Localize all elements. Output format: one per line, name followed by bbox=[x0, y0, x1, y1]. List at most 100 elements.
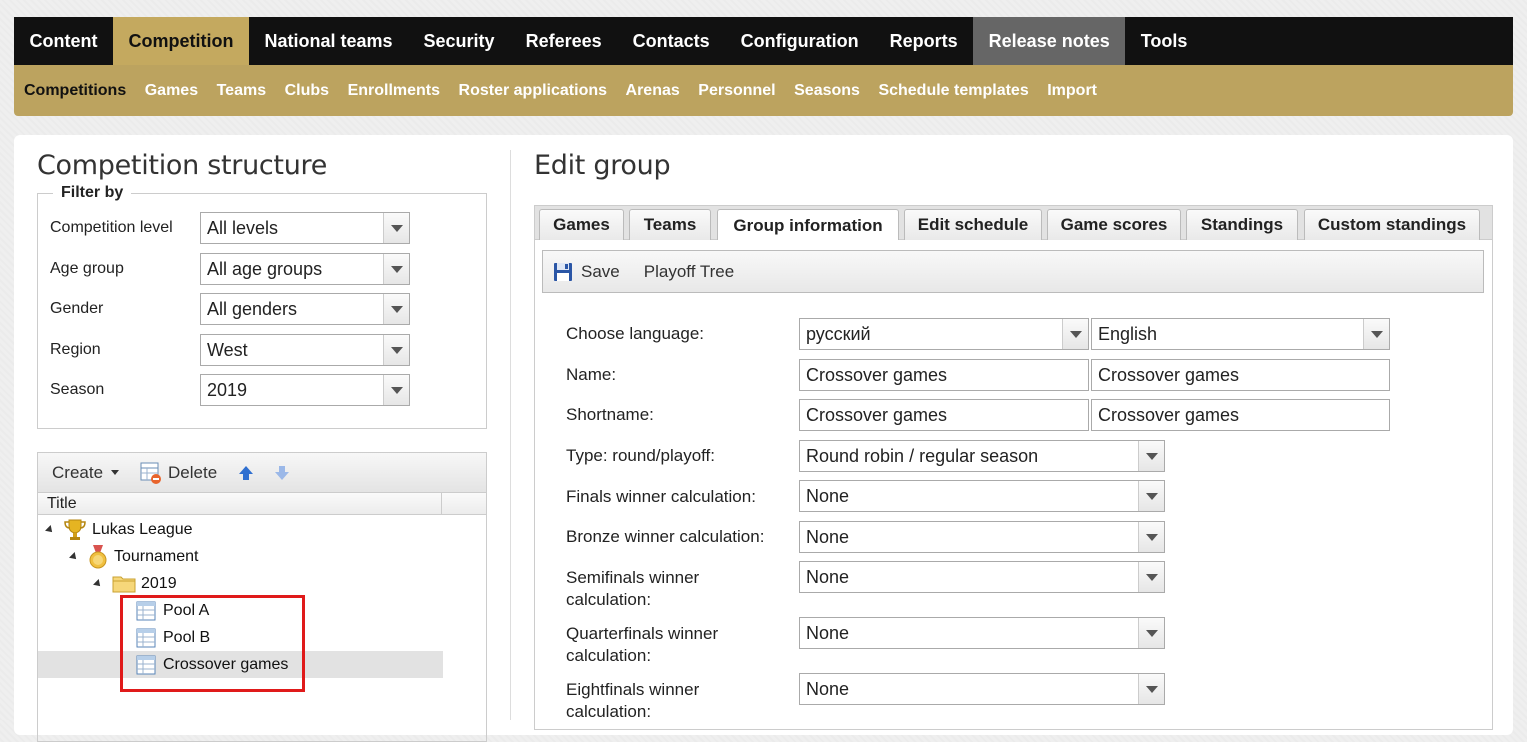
age-group-value: All age groups bbox=[207, 258, 323, 279]
nav-release-notes[interactable]: Release notes bbox=[973, 17, 1126, 65]
tree-node-tournament[interactable]: Tournament bbox=[69, 544, 199, 570]
filter-row-gender: Gender All genders bbox=[50, 293, 410, 325]
language-value-1: русский bbox=[806, 323, 871, 344]
bronze-winner-label: Bronze winner calculation: bbox=[566, 527, 765, 546]
competition-level-select[interactable]: All levels bbox=[200, 212, 410, 244]
chevron-down-icon[interactable] bbox=[383, 294, 409, 324]
nav-national-teams[interactable]: National teams bbox=[249, 17, 408, 65]
expand-arrow-icon[interactable] bbox=[45, 525, 55, 535]
nav-competition[interactable]: Competition bbox=[112, 17, 249, 65]
tab-group-information[interactable]: Group information bbox=[717, 209, 899, 241]
expand-arrow-icon[interactable] bbox=[69, 552, 79, 562]
create-button[interactable]: Create bbox=[52, 462, 120, 483]
region-select[interactable]: West bbox=[200, 334, 410, 366]
panel-divider bbox=[510, 150, 511, 720]
age-group-label: Age group bbox=[50, 260, 124, 277]
semifinals-winner-label: Semifinals winner calculation: bbox=[566, 567, 699, 611]
nav-configuration[interactable]: Configuration bbox=[725, 17, 874, 65]
tree-node-pool-a[interactable]: Pool A bbox=[136, 598, 209, 624]
semifinals-winner-select[interactable]: None bbox=[799, 561, 1165, 593]
eightfinals-winner-select[interactable]: None bbox=[799, 673, 1165, 705]
subnav-schedule-templates[interactable]: Schedule templates bbox=[878, 82, 1028, 100]
name-input-2[interactable]: Crossover games bbox=[1091, 359, 1390, 391]
competition-level-label: Competition level bbox=[50, 219, 173, 236]
name-input-1[interactable]: Crossover games bbox=[799, 359, 1089, 391]
chevron-down-icon[interactable] bbox=[1138, 674, 1164, 704]
tab-games[interactable]: Games bbox=[539, 209, 624, 240]
type-label: Type: round/playoff: bbox=[566, 446, 716, 465]
caret-down-icon bbox=[111, 470, 120, 475]
shortname-input-1[interactable]: Crossover games bbox=[799, 399, 1089, 431]
quarterfinals-winner-select[interactable]: None bbox=[799, 617, 1165, 649]
gender-select[interactable]: All genders bbox=[200, 293, 410, 325]
chevron-down-icon[interactable] bbox=[383, 254, 409, 284]
subnav-arenas[interactable]: Arenas bbox=[626, 82, 680, 100]
tree-node-league[interactable]: Lukas League bbox=[45, 517, 193, 543]
semifinals-winner-value: None bbox=[806, 566, 850, 587]
move-up-icon[interactable] bbox=[237, 464, 255, 482]
shortname-input-2[interactable]: Crossover games bbox=[1091, 399, 1390, 431]
gender-value: All genders bbox=[207, 298, 298, 319]
medal-icon bbox=[89, 545, 107, 569]
tab-edit-schedule[interactable]: Edit schedule bbox=[904, 209, 1042, 240]
subnav-import[interactable]: Import bbox=[1047, 82, 1097, 100]
age-group-select[interactable]: All age groups bbox=[200, 253, 410, 285]
tab-custom-standings[interactable]: Custom standings bbox=[1304, 209, 1480, 240]
delete-button[interactable]: Delete bbox=[139, 461, 217, 485]
language-select-2[interactable]: English bbox=[1091, 318, 1390, 350]
tab-standings[interactable]: Standings bbox=[1186, 209, 1298, 240]
chevron-down-icon[interactable] bbox=[1363, 319, 1389, 349]
main-nav: Content Competition National teams Secur… bbox=[14, 17, 1513, 65]
subnav-enrollments[interactable]: Enrollments bbox=[348, 82, 440, 100]
save-button[interactable]: Save bbox=[553, 262, 620, 282]
chevron-down-icon[interactable] bbox=[383, 335, 409, 365]
language-value-2: English bbox=[1098, 323, 1158, 344]
chevron-down-icon[interactable] bbox=[383, 375, 409, 405]
chevron-down-icon[interactable] bbox=[1138, 481, 1164, 511]
subnav-roster-applications[interactable]: Roster applications bbox=[459, 82, 607, 100]
tab-teams[interactable]: Teams bbox=[629, 209, 711, 240]
chevron-down-icon[interactable] bbox=[1138, 562, 1164, 592]
subnav-seasons[interactable]: Seasons bbox=[794, 82, 860, 100]
subnav-clubs[interactable]: Clubs bbox=[285, 82, 329, 100]
season-select[interactable]: 2019 bbox=[200, 374, 410, 406]
eightfinals-winner-label: Eightfinals winner calculation: bbox=[566, 679, 699, 723]
season-label: Season bbox=[50, 381, 105, 398]
chevron-down-icon[interactable] bbox=[1138, 618, 1164, 648]
chevron-down-icon[interactable] bbox=[1138, 522, 1164, 552]
bronze-winner-select[interactable]: None bbox=[799, 521, 1165, 553]
type-select[interactable]: Round robin / regular season bbox=[799, 440, 1165, 472]
folder-icon bbox=[112, 576, 136, 593]
subnav-competitions[interactable]: Competitions bbox=[24, 82, 126, 100]
nav-security[interactable]: Security bbox=[408, 17, 510, 65]
filter-row-region: Region West bbox=[50, 334, 410, 366]
expand-arrow-icon[interactable] bbox=[93, 579, 103, 589]
tree-node-label: Pool B bbox=[163, 629, 211, 646]
eightfinals-winner-value: None bbox=[806, 678, 850, 699]
nav-reports[interactable]: Reports bbox=[874, 17, 973, 65]
playoff-tree-button[interactable]: Playoff Tree bbox=[644, 262, 734, 282]
subnav-games[interactable]: Games bbox=[145, 82, 198, 100]
tree-node-pool-b[interactable]: Pool B bbox=[136, 625, 210, 651]
nav-contacts[interactable]: Contacts bbox=[617, 17, 725, 65]
subnav-personnel[interactable]: Personnel bbox=[698, 82, 775, 100]
finals-winner-select[interactable]: None bbox=[799, 480, 1165, 512]
trophy-icon bbox=[64, 519, 86, 540]
tree-node-season[interactable]: 2019 bbox=[93, 571, 177, 597]
tree-node-label: Pool A bbox=[163, 602, 210, 619]
move-down-icon[interactable] bbox=[273, 464, 291, 482]
create-label: Create bbox=[52, 462, 104, 482]
nav-referees[interactable]: Referees bbox=[510, 17, 617, 65]
tree-column-header: Title bbox=[38, 493, 486, 515]
chevron-down-icon[interactable] bbox=[1062, 319, 1088, 349]
tab-game-scores[interactable]: Game scores bbox=[1047, 209, 1181, 240]
region-label: Region bbox=[50, 341, 101, 358]
tree-node-crossover-games[interactable]: Crossover games bbox=[38, 651, 443, 678]
chevron-down-icon[interactable] bbox=[383, 213, 409, 243]
language-select-1[interactable]: русский bbox=[799, 318, 1089, 350]
subnav-teams[interactable]: Teams bbox=[217, 82, 267, 100]
nav-content[interactable]: Content bbox=[14, 17, 113, 65]
chevron-down-icon[interactable] bbox=[1138, 441, 1164, 471]
quarterfinals-winner-label: Quarterfinals winner calculation: bbox=[566, 623, 718, 667]
nav-tools[interactable]: Tools bbox=[1125, 17, 1203, 65]
